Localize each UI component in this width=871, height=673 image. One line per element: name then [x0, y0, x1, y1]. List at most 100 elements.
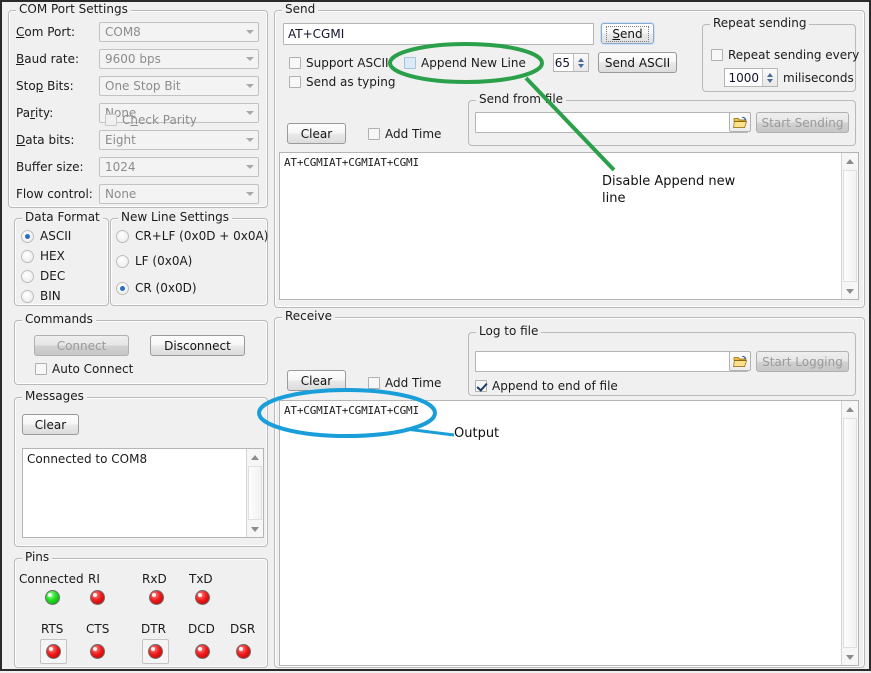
send-clear-label: Clear: [301, 127, 332, 141]
serial-terminal-window: COM Port Settings Com Port: COM8 Baud ra…: [2, 2, 869, 669]
append-to-end-of-file-checkbox[interactable]: Append to end of file: [475, 379, 618, 393]
scrollbar-thumb[interactable]: [843, 418, 857, 648]
start-logging-button[interactable]: Start Logging: [756, 351, 849, 372]
checkbox-box: [368, 128, 380, 140]
disconnect-button[interactable]: Disconnect: [150, 335, 245, 356]
ascii-code-value: 65: [554, 56, 573, 70]
checkbox-box: [105, 114, 117, 126]
buffer-size-label: Buffer size:: [16, 160, 84, 174]
receive-caption: Receive: [282, 310, 335, 322]
send-button[interactable]: Send: [601, 23, 654, 44]
send-caption: Send: [282, 3, 318, 15]
receive-log-scrollbar[interactable]: [841, 401, 858, 665]
scrollbar-thumb[interactable]: [843, 170, 857, 282]
messages-log-text: Connected to COM8: [27, 452, 243, 466]
auto-connect-label: Auto Connect: [52, 362, 133, 376]
com-port-settings-caption: COM Port Settings: [16, 3, 131, 15]
new-line-settings-caption: New Line Settings: [118, 211, 232, 223]
chevron-down-icon: [241, 77, 258, 95]
receive-log[interactable]: AT+CGMIAT+CGMIAT+CGMI: [279, 400, 859, 666]
radio-label: HEX: [40, 249, 65, 263]
auto-connect-checkbox[interactable]: Auto Connect: [35, 362, 133, 376]
radio-newline-crlf[interactable]: CR+LF (0x0D + 0x0A): [116, 229, 268, 243]
send-input[interactable]: AT+CGMI: [283, 23, 594, 45]
checkbox-box: [475, 380, 487, 392]
log-to-file-browse-button[interactable]: [729, 351, 751, 371]
send-clear-button[interactable]: Clear: [287, 123, 346, 144]
checkbox-box: [289, 57, 301, 69]
send-log-scrollbar[interactable]: [841, 153, 858, 299]
connect-button[interactable]: Connect: [34, 335, 129, 356]
chevron-down-icon: [241, 104, 258, 122]
connect-label: Connect: [57, 339, 107, 353]
checkbox-box: [711, 49, 723, 61]
radio-dot: [21, 270, 34, 283]
pin-label-rts: RTS: [41, 622, 63, 636]
stop-bits-combo[interactable]: One Stop Bit: [99, 76, 259, 96]
check-parity-checkbox[interactable]: Check Parity: [105, 113, 197, 127]
checkbox-box: [35, 363, 47, 375]
support-ascii-checkbox[interactable]: Support ASCII: [289, 56, 389, 70]
scroll-down-icon[interactable]: [842, 283, 858, 299]
radio-data-format-bin[interactable]: BIN: [21, 289, 61, 303]
start-sending-button[interactable]: Start Sending: [756, 112, 849, 133]
radio-data-format-hex[interactable]: HEX: [21, 249, 65, 263]
commands-caption: Commands: [22, 313, 96, 325]
pin-led-dsr: [236, 644, 251, 659]
append-to-end-of-file-label: Append to end of file: [492, 379, 618, 393]
repeat-sending-checkbox[interactable]: Repeat sending every: [711, 48, 859, 62]
scroll-down-icon[interactable]: [842, 649, 858, 665]
spinner-buttons[interactable]: [573, 54, 588, 71]
folder-open-icon: [733, 355, 748, 368]
stop-bits-value: One Stop Bit: [100, 79, 241, 93]
receive-add-time-checkbox[interactable]: Add Time: [368, 376, 441, 390]
radio-label: LF (0x0A): [135, 254, 192, 268]
receive-clear-button[interactable]: Clear: [287, 370, 346, 391]
repeat-sending-label: Repeat sending every: [728, 48, 859, 62]
messages-log[interactable]: Connected to COM8: [22, 448, 264, 538]
chevron-down-icon: [241, 131, 258, 149]
radio-newline-cr[interactable]: CR (0x0D): [116, 281, 197, 295]
send-log[interactable]: AT+CGMIAT+CGMIAT+CGMI: [279, 152, 859, 300]
receive-clear-label: Clear: [301, 374, 332, 388]
scroll-up-icon[interactable]: [842, 153, 858, 169]
radio-dot: [21, 250, 34, 263]
radio-data-format-dec[interactable]: DEC: [21, 269, 65, 283]
chevron-down-icon: [241, 158, 258, 176]
pin-led-txd: [195, 590, 210, 605]
flow-control-label: Flow control:: [16, 187, 93, 201]
radio-label: ASCII: [40, 229, 71, 243]
radio-label: BIN: [40, 289, 61, 303]
pin-label-dsr: DSR: [230, 622, 255, 636]
scroll-up-icon[interactable]: [842, 401, 858, 417]
radio-data-format-ascii[interactable]: ASCII: [21, 229, 71, 243]
radio-newline-lf[interactable]: LF (0x0A): [116, 254, 192, 268]
pin-label-dcd: DCD: [188, 622, 215, 636]
messages-clear-button[interactable]: Clear: [22, 414, 79, 435]
messages-scrollbar[interactable]: [246, 449, 263, 537]
data-bits-combo[interactable]: Eight: [99, 130, 259, 150]
disconnect-label: Disconnect: [164, 339, 231, 353]
send-from-file-browse-button[interactable]: [729, 112, 751, 132]
start-logging-label: Start Logging: [762, 355, 843, 369]
pin-led-rxd: [149, 590, 164, 605]
radio-label: CR+LF (0x0D + 0x0A): [135, 229, 268, 243]
send-from-file-path-input[interactable]: [475, 112, 748, 133]
scroll-down-icon[interactable]: [247, 521, 263, 537]
send-ascii-button[interactable]: Send ASCII: [598, 52, 677, 73]
com-port-combo[interactable]: COM8: [99, 22, 259, 42]
scrollbar-thumb[interactable]: [248, 466, 262, 520]
repeat-interval-spinner[interactable]: 1000: [724, 68, 778, 87]
scroll-up-icon[interactable]: [247, 449, 263, 465]
baud-rate-combo[interactable]: 9600 bps: [99, 49, 259, 69]
buffer-size-combo[interactable]: 1024: [99, 157, 259, 177]
log-to-file-path-input[interactable]: [475, 351, 748, 372]
append-new-line-checkbox[interactable]: Append New Line: [404, 56, 526, 70]
ascii-code-spinner[interactable]: 65: [553, 53, 589, 72]
send-add-time-checkbox[interactable]: Add Time: [368, 127, 441, 141]
flow-control-combo[interactable]: None: [99, 184, 259, 204]
chevron-down-icon: [241, 23, 258, 41]
spinner-buttons[interactable]: [762, 69, 777, 86]
check-parity-label: Check Parity: [122, 113, 197, 127]
send-as-typing-checkbox[interactable]: Send as typing: [289, 75, 395, 89]
